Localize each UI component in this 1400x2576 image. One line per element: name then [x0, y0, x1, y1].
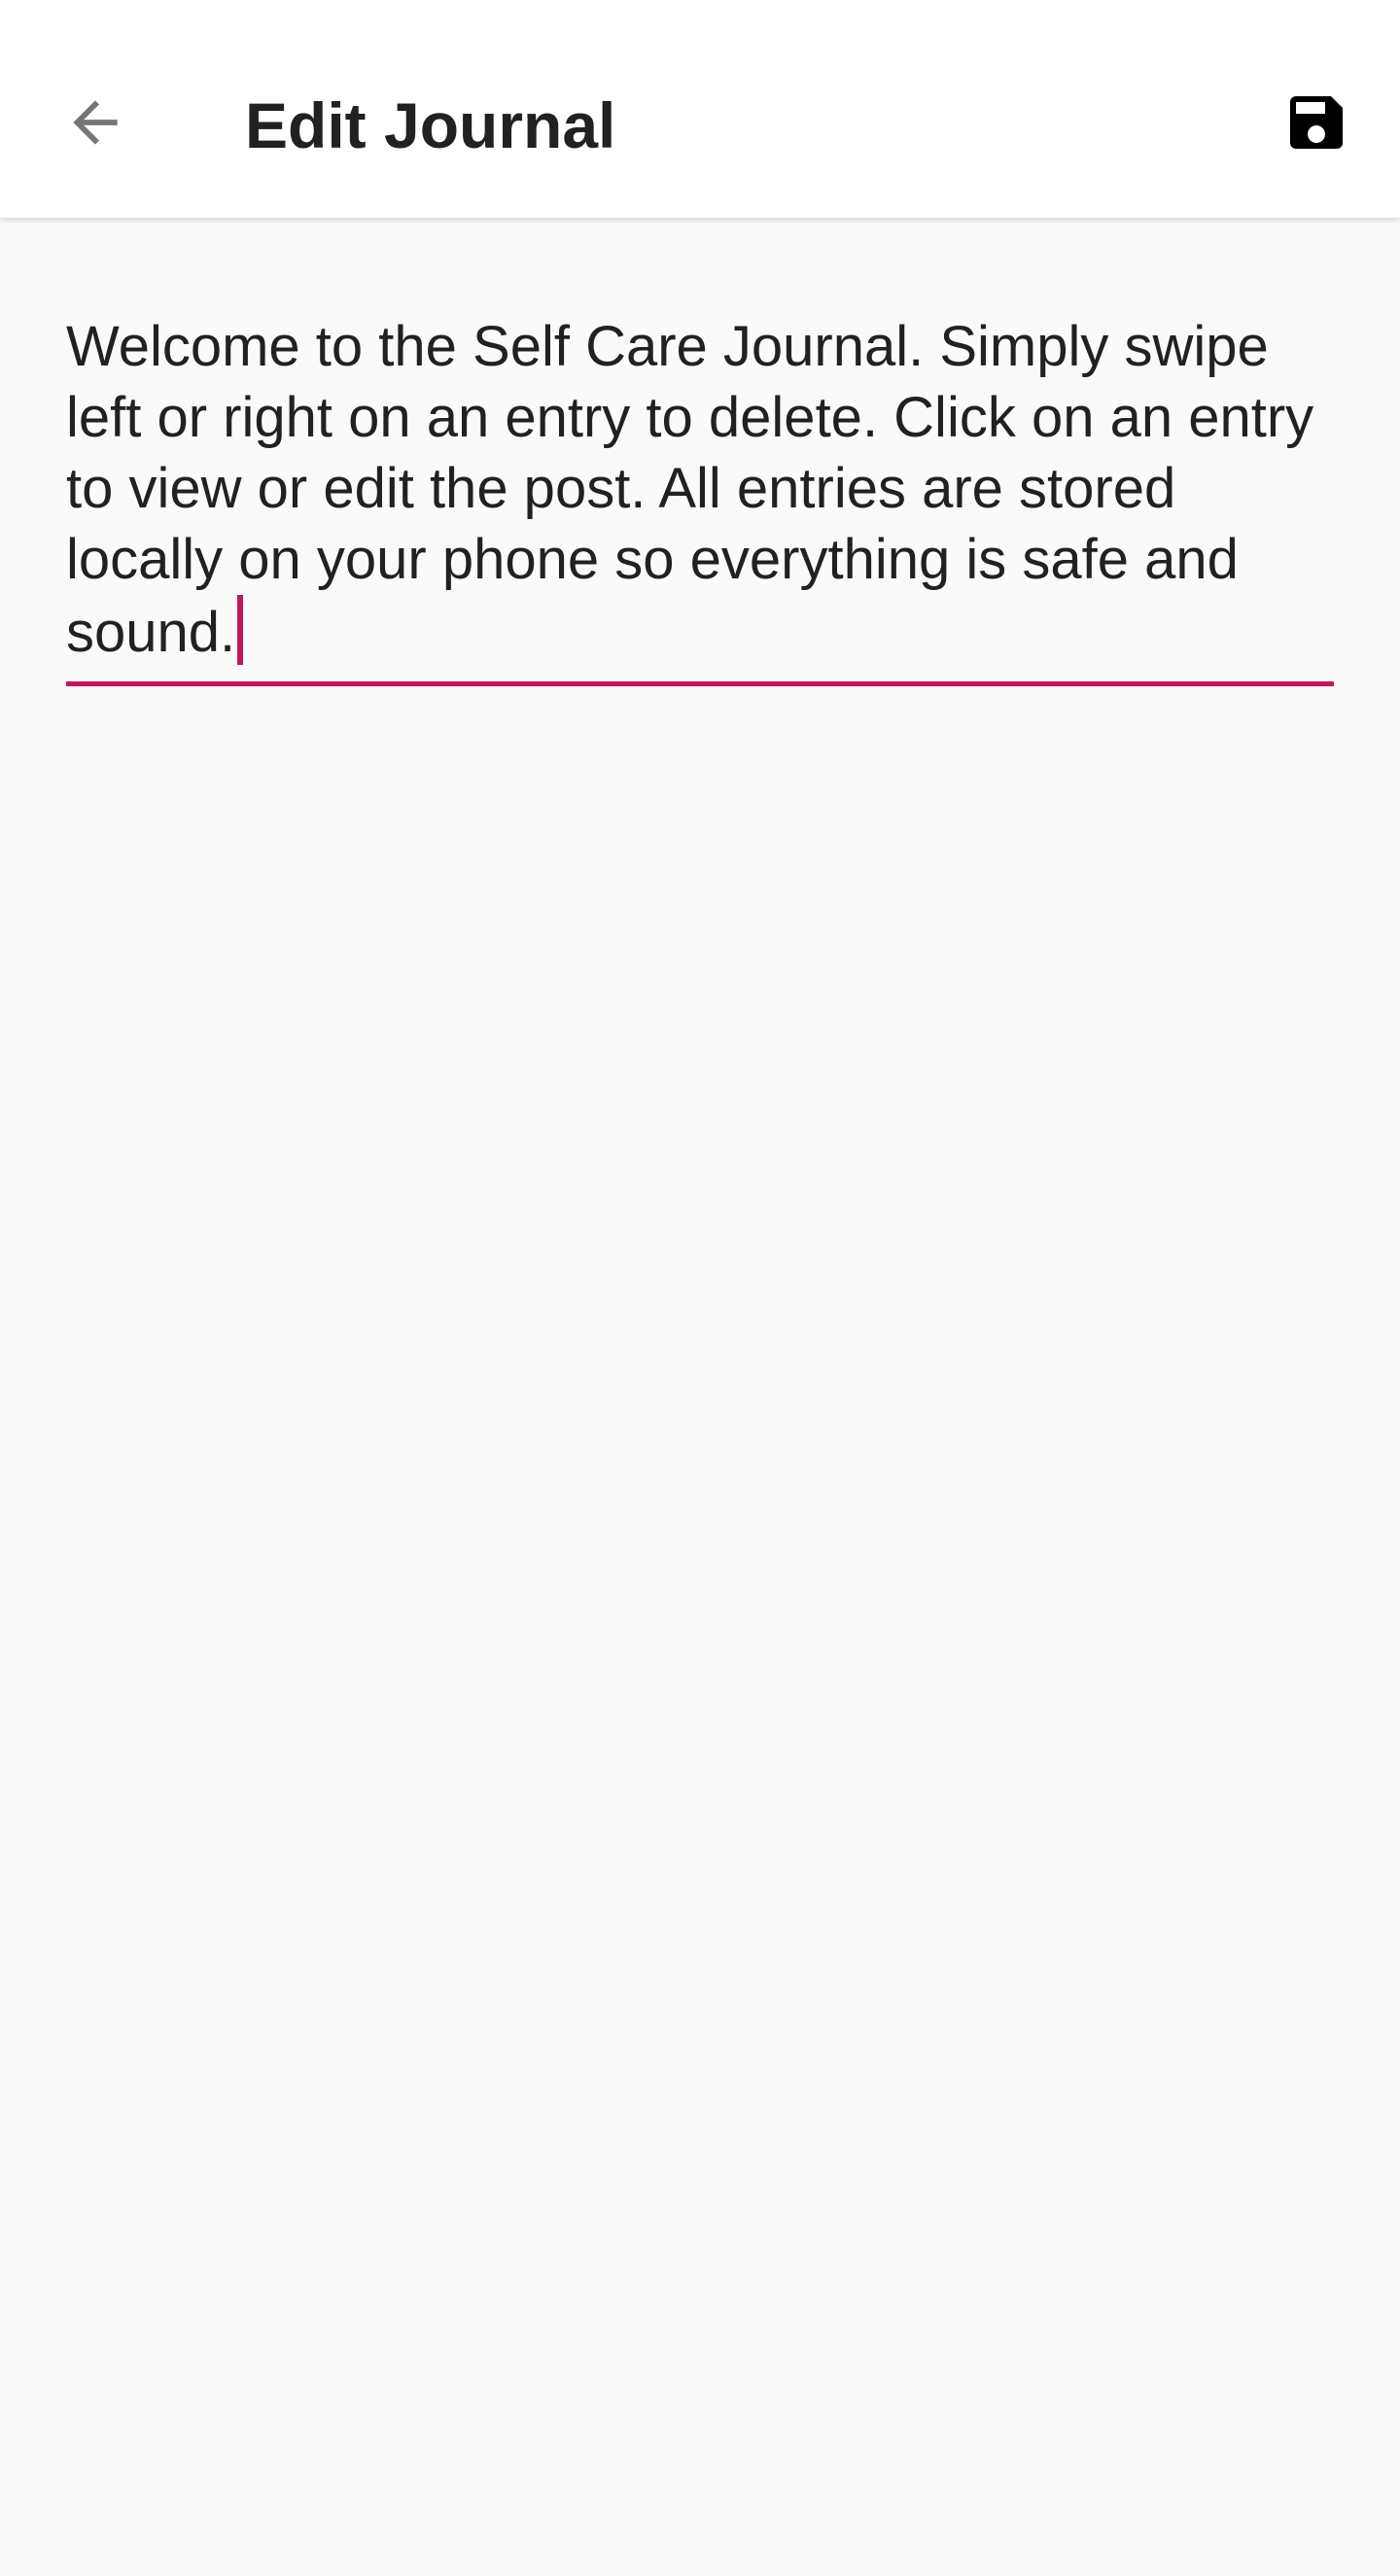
save-button[interactable]	[1268, 74, 1365, 171]
content-area: Welcome to the Self Care Journal. Simply…	[0, 218, 1400, 2576]
journal-entry-text: Welcome to the Self Care Journal. Simply…	[66, 315, 1314, 664]
text-cursor	[237, 595, 244, 665]
back-button[interactable]	[47, 74, 144, 171]
arrow-back-icon	[73, 100, 118, 145]
page-title: Edit Journal	[245, 89, 616, 161]
journal-entry-field[interactable]: Welcome to the Self Care Journal. Simply…	[66, 311, 1334, 686]
floppy-disk-icon	[1290, 96, 1343, 149]
app-bar: Edit Journal	[0, 0, 1400, 218]
